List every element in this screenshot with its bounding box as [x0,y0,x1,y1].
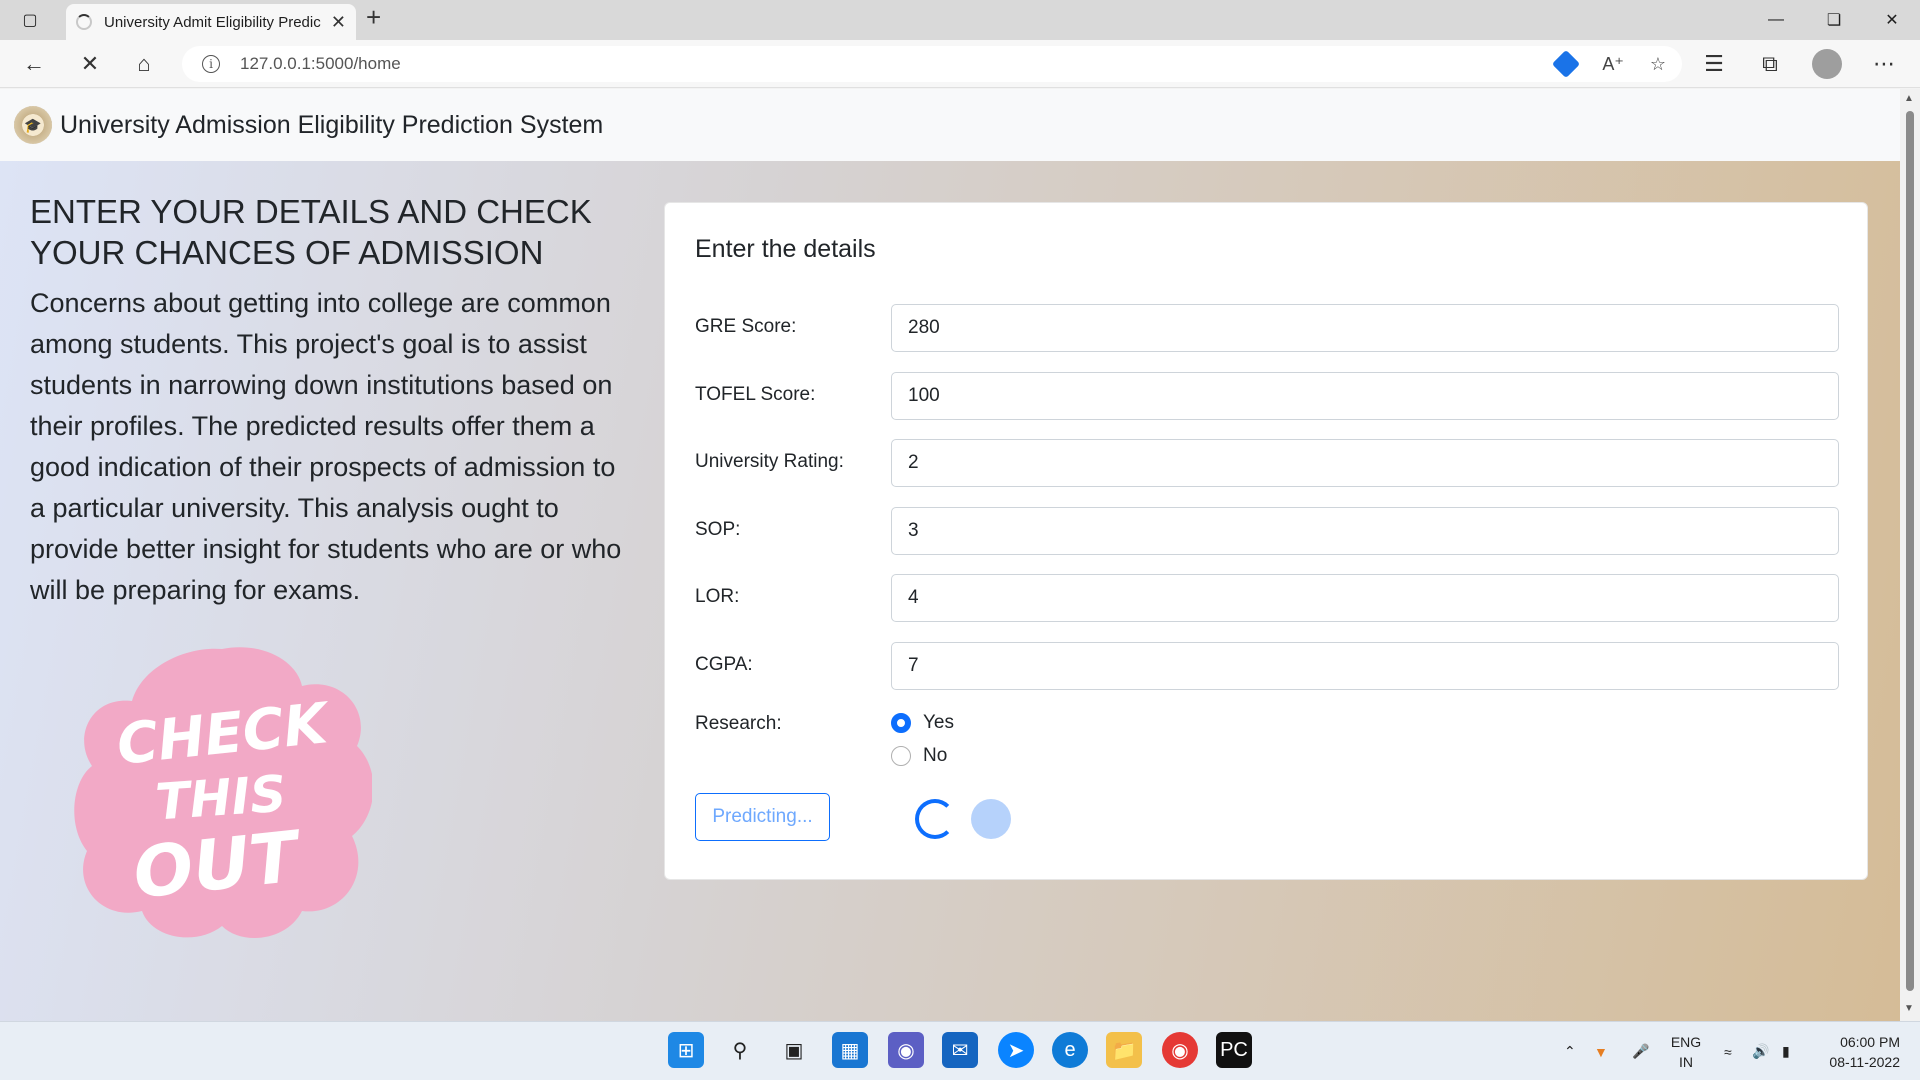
tray-app-icon[interactable]: ▼ [1594,1022,1608,1080]
sop-row: SOP: [695,507,1839,555]
close-window-icon[interactable]: ✕ [1872,0,1912,40]
research-yes-radio[interactable] [891,713,911,733]
tab-close-icon[interactable]: ✕ [331,12,346,33]
research-no-label[interactable]: No [923,745,947,767]
tofel-score-input[interactable] [891,372,1839,420]
lor-label: LOR: [695,586,740,607]
language-code: ENG [1670,1034,1702,1050]
rating-row: University Rating: [695,439,1839,487]
windows-taskbar: ⊞ ⚲ ▣ ▦ ◉ ✉ ➤ e 📁 ◉ PC ⌃ ▼ 🎤 ENG IN ≈ 🔊 … [0,1021,1920,1080]
sop-label: SOP: [695,519,741,540]
research-no-radio[interactable] [891,746,911,766]
form-title: Enter the details [695,235,876,263]
back-icon[interactable]: ← [14,40,54,88]
browser-tab-bar: ▢ University Admit Eligibility Predic ✕ … [0,0,1920,40]
clock-time: 06:00 PM [1840,1034,1900,1050]
university-rating-input[interactable] [891,439,1839,487]
loading-grow-icon [971,799,1011,839]
shopping-tag-icon[interactable] [1552,49,1581,79]
lor-row: LOR: [695,574,1839,622]
browser-tab[interactable]: University Admit Eligibility Predic ✕ [66,4,356,40]
clock-date: 08-11-2022 [1829,1054,1900,1070]
scroll-thumb[interactable] [1906,111,1914,991]
research-no-option[interactable]: No [891,745,947,767]
address-bar[interactable]: i 127.0.0.1:5000/home A⁺ ☆ [182,46,1682,82]
volume-icon[interactable]: 🔊 [1752,1022,1769,1080]
battery-icon[interactable]: ▮ [1782,1022,1790,1080]
predict-button[interactable]: Predicting... [695,793,830,841]
site-brand[interactable]: University Admission Eligibility Predict… [60,111,603,140]
home-icon[interactable]: ⌂ [124,40,164,88]
scroll-down-icon[interactable]: ▼ [1904,1003,1914,1014]
minimize-icon[interactable]: — [1756,0,1796,40]
loading-spinner-icon [915,799,955,839]
clock[interactable]: 06:00 PM 08-11-2022 [1820,1032,1900,1072]
browser-toolbar: ← ✕ ⌂ i 127.0.0.1:5000/home A⁺ ☆ ☰ ⧉ ⋯ [0,40,1920,88]
university-rating-label: University Rating: [695,451,844,472]
mail-icon[interactable]: ✉ [942,1032,978,1068]
profile-avatar[interactable] [1812,49,1842,79]
gre-row: GRE Score: [695,304,1839,352]
add-favorite-icon[interactable]: ☆ [1650,54,1666,75]
new-tab-button[interactable]: + [366,2,381,38]
favorites-icon[interactable]: ☰ [1694,40,1734,88]
research-yes-label[interactable]: Yes [923,712,954,734]
task-view-icon[interactable]: ▣ [776,1032,812,1068]
chrome-icon[interactable]: ◉ [1162,1032,1198,1068]
site-info-icon[interactable]: i [202,55,220,73]
tofel-label: TOFEL Score: [695,384,816,405]
microphone-icon[interactable]: 🎤 [1632,1022,1649,1080]
tab-title: University Admit Eligibility Predic [104,13,321,31]
pycharm-icon[interactable]: PC [1216,1032,1252,1068]
edge-icon[interactable]: e [1052,1032,1088,1068]
wifi-icon[interactable]: ≈ [1724,1022,1732,1080]
stop-loading-icon[interactable]: ✕ [70,40,110,88]
cgpa-row: CGPA: [695,642,1839,690]
search-icon[interactable]: ⚲ [722,1032,758,1068]
hero-title: ENTER YOUR DETAILS AND CHECK YOUR CHANCE… [30,193,592,271]
graduation-cap-logo-icon[interactable]: 🎓 [14,106,52,144]
gre-score-input[interactable] [891,304,1839,352]
details-form-card: Enter the details GRE Score: TOFEL Score… [664,202,1868,880]
page-scrollbar[interactable]: ▲ ▼ [1900,89,1920,1021]
app-icon[interactable]: ➤ [998,1032,1034,1068]
tab-actions-icon[interactable]: ▢ [14,0,46,40]
cgpa-input[interactable] [891,642,1839,690]
start-icon[interactable]: ⊞ [668,1032,704,1068]
web-page: 🎓 University Admission Eligibility Predi… [0,89,1900,1021]
hero-description: Concerns about getting into college are … [30,288,622,605]
collections-icon[interactable]: ⧉ [1750,40,1790,88]
widgets-icon[interactable]: ▦ [832,1032,868,1068]
show-hidden-icons-icon[interactable]: ⌃ [1564,1022,1576,1080]
file-explorer-icon[interactable]: 📁 [1106,1032,1142,1068]
lor-input[interactable] [891,574,1839,622]
loading-icon [76,14,92,30]
check-this-out-sticker: CHECK THIS OUT [74,647,372,938]
tofel-row: TOFEL Score: [695,372,1839,420]
sop-input[interactable] [891,507,1839,555]
site-navbar: 🎓 University Admission Eligibility Predi… [0,89,1900,161]
gre-label: GRE Score: [695,316,797,337]
language-indicator[interactable]: ENG IN [1668,1032,1704,1072]
url-text: 127.0.0.1:5000/home [240,54,401,73]
read-aloud-icon[interactable]: A⁺ [1602,54,1624,75]
cgpa-label: CGPA: [695,654,753,675]
more-menu-icon[interactable]: ⋯ [1864,40,1904,88]
research-label: Research: [695,713,782,734]
region-code: IN [1679,1054,1693,1070]
chat-icon[interactable]: ◉ [888,1032,924,1068]
scroll-up-icon[interactable]: ▲ [1904,93,1914,104]
research-yes-option[interactable]: Yes [891,712,954,734]
restore-icon[interactable]: ❏ [1814,0,1854,40]
